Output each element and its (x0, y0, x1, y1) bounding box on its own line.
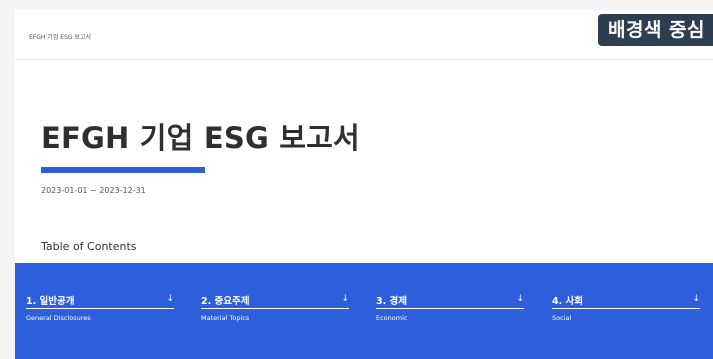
toc-item-label: 4. 사회 (552, 295, 584, 307)
toc-item-subtitle: Economic (376, 314, 408, 322)
toc-item-subtitle: Social (552, 314, 572, 322)
report-page: EFGH 기업 ESG 보고서 배경색 중심 EFGH 기업 ESG 보고서 2… (15, 10, 713, 359)
title-accent-bar (41, 167, 205, 173)
toc-item-subtitle: Material Topics (201, 314, 250, 322)
toc-item-header: 2. 중요주제 ↓ (201, 291, 349, 309)
arrow-down-icon: ↓ (692, 294, 700, 304)
breadcrumb[interactable]: EFGH 기업 ESG 보고서 (29, 32, 91, 41)
toc-item-header: 4. 사회 ↓ (552, 291, 700, 309)
theme-badge: 배경색 중심 (597, 14, 713, 46)
page-title: EFGH 기업 ESG 보고서 (41, 121, 360, 155)
top-bar: EFGH 기업 ESG 보고서 배경색 중심 (15, 10, 713, 60)
arrow-down-icon: ↓ (341, 294, 349, 304)
arrow-down-icon: ↓ (166, 294, 174, 304)
toc-item-material-topics[interactable]: 2. 중요주제 ↓ Material Topics (201, 291, 349, 322)
arrow-down-icon: ↓ (516, 294, 524, 304)
toc-item-label: 1. 일반공개 (26, 295, 75, 307)
toc-item-economic[interactable]: 3. 경제 ↓ Economic (376, 291, 524, 322)
toc-item-general-disclosures[interactable]: 1. 일반공개 ↓ General Disclosures (26, 291, 174, 322)
toc-item-header: 1. 일반공개 ↓ (26, 291, 174, 309)
toc-item-label: 2. 중요주제 (201, 295, 250, 307)
toc-panel: 1. 일반공개 ↓ General Disclosures 2. 중요주제 ↓ … (15, 263, 713, 359)
toc-item-subtitle: General Disclosures (26, 314, 91, 322)
toc-item-label: 3. 경제 (376, 295, 408, 307)
toc-item-social[interactable]: 4. 사회 ↓ Social (552, 291, 700, 322)
report-period: 2023-01-01 ~ 2023-12-31 (41, 186, 146, 195)
toc-item-header: 3. 경제 ↓ (376, 291, 524, 309)
toc-heading: Table of Contents (41, 240, 137, 253)
